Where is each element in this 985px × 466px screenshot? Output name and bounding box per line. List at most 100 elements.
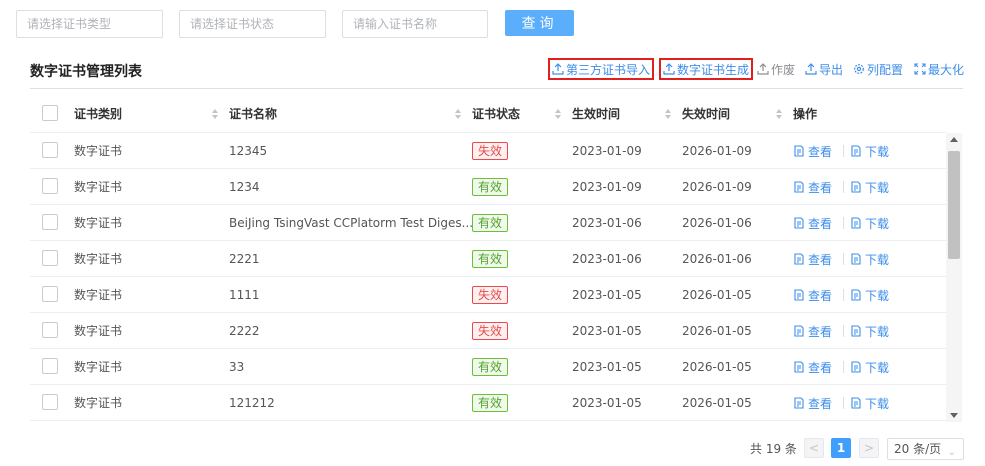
view-button[interactable]: 查看: [793, 205, 832, 241]
download-doc-icon: [851, 361, 861, 373]
action-separator: [843, 145, 844, 157]
download-label: 下载: [865, 396, 890, 411]
status-badge: 有效: [472, 394, 509, 412]
download-doc-icon: [851, 217, 861, 229]
download-button[interactable]: 下载: [850, 205, 889, 241]
view-label: 查看: [808, 180, 833, 195]
status-badge: 有效: [472, 250, 509, 268]
expand-icon: [914, 63, 926, 75]
row-checkbox[interactable]: [42, 142, 58, 158]
view-button[interactable]: 查看: [793, 277, 832, 313]
download-button[interactable]: 下载: [850, 313, 889, 349]
row-checkbox[interactable]: [42, 178, 58, 194]
view-button[interactable]: 查看: [793, 169, 832, 205]
header-ops: 操作: [793, 107, 818, 121]
export-label: 导出: [819, 62, 844, 77]
cell-name: 1111: [229, 288, 260, 302]
row-checkbox[interactable]: [42, 214, 58, 230]
download-button[interactable]: 下载: [850, 133, 889, 169]
row-checkbox[interactable]: [42, 394, 58, 410]
download-doc-icon: [851, 289, 861, 301]
view-button[interactable]: 查看: [793, 385, 832, 421]
view-button[interactable]: 查看: [793, 241, 832, 277]
view-button[interactable]: 查看: [793, 313, 832, 349]
download-button[interactable]: 下载: [850, 169, 889, 205]
export-button[interactable]: 导出: [805, 58, 843, 80]
action-separator: [843, 253, 844, 265]
download-button[interactable]: 下载: [850, 349, 889, 385]
row-checkbox[interactable]: [42, 250, 58, 266]
header-divider: [30, 88, 963, 89]
maximize-button[interactable]: 最大化: [914, 58, 964, 80]
view-label: 查看: [808, 288, 833, 303]
query-button[interactable]: 查询: [505, 10, 574, 36]
sort-icon[interactable]: [775, 108, 783, 120]
next-page-button[interactable]: >: [859, 438, 879, 458]
table-row: 数字证书 121212 有效 2023-01-05 2026-01-05 查看 下载: [30, 385, 946, 421]
generate-cert-button[interactable]: 数字证书生成: [659, 58, 754, 80]
cert-type-select[interactable]: [16, 10, 163, 38]
third-party-import-button[interactable]: 第三方证书导入: [548, 58, 655, 80]
table-row: 数字证书 1234 有效 2023-01-09 2026-01-09 查看 下载: [30, 169, 946, 205]
page-size-select[interactable]: 20 条/页 ⌄: [887, 438, 964, 460]
header-status: 证书状态: [472, 107, 521, 121]
revoke-button[interactable]: 作废: [757, 58, 795, 80]
action-separator: [843, 217, 844, 229]
download-button[interactable]: 下载: [850, 277, 889, 313]
cell-end-date: 2026-01-05: [682, 324, 752, 338]
cell-type: 数字证书: [74, 252, 123, 266]
row-checkbox[interactable]: [42, 286, 58, 302]
third-party-import-label: 第三方证书导入: [566, 62, 651, 77]
cell-type: 数字证书: [74, 180, 123, 194]
sort-icon[interactable]: [554, 108, 562, 120]
page-1-button[interactable]: 1: [831, 438, 851, 458]
download-doc-icon: [851, 397, 861, 409]
action-separator: [843, 289, 844, 301]
cert-name-input[interactable]: [342, 10, 488, 38]
download-button[interactable]: 下载: [850, 385, 889, 421]
action-separator: [843, 181, 844, 193]
cell-end-date: 2026-01-05: [682, 360, 752, 374]
cell-name: 33: [229, 360, 245, 374]
cell-start-date: 2023-01-06: [572, 216, 642, 230]
cell-start-date: 2023-01-06: [572, 252, 642, 266]
select-all-checkbox[interactable]: [42, 105, 58, 121]
view-button[interactable]: 查看: [793, 349, 832, 385]
sort-icon[interactable]: [664, 108, 672, 120]
header-name: 证书名称: [229, 107, 278, 121]
cell-type: 数字证书: [74, 144, 123, 158]
cell-type: 数字证书: [74, 396, 123, 410]
view-button[interactable]: 查看: [793, 133, 832, 169]
view-label: 查看: [808, 216, 833, 231]
status-badge: 有效: [472, 358, 509, 376]
cell-start-date: 2023-01-09: [572, 144, 642, 158]
cell-type: 数字证书: [74, 288, 123, 302]
row-checkbox[interactable]: [42, 322, 58, 338]
download-button[interactable]: 下载: [850, 241, 889, 277]
cell-end-date: 2026-01-05: [682, 396, 752, 410]
cell-end-date: 2026-01-05: [682, 288, 752, 302]
sort-icon[interactable]: [211, 108, 219, 120]
view-doc-icon: [794, 289, 804, 301]
table-scrollbar[interactable]: [946, 133, 962, 422]
row-checkbox[interactable]: [42, 358, 58, 374]
scroll-thumb[interactable]: [948, 151, 960, 259]
scroll-down-arrow-icon[interactable]: [950, 413, 958, 418]
table-header: 证书类别 证书名称 证书状态 生效时间 失效时间 操作: [30, 95, 946, 133]
cert-status-select[interactable]: [179, 10, 326, 38]
column-config-button[interactable]: 列配置: [853, 58, 903, 80]
scroll-up-arrow-icon[interactable]: [950, 137, 958, 142]
generate-cert-label: 数字证书生成: [677, 62, 750, 77]
sort-icon[interactable]: [454, 108, 462, 120]
action-separator: [843, 325, 844, 337]
table-row: 数字证书 33 有效 2023-01-05 2026-01-05 查看 下载: [30, 349, 946, 385]
cell-start-date: 2023-01-05: [572, 288, 642, 302]
table-row: 数字证书 2222 失效 2023-01-05 2026-01-05 查看 下载: [30, 313, 946, 349]
cell-end-date: 2026-01-06: [682, 252, 752, 266]
view-label: 查看: [808, 396, 833, 411]
page-size-value: 20 条/页: [894, 442, 942, 456]
cell-name: 2221: [229, 252, 260, 266]
action-separator: [843, 361, 844, 373]
view-doc-icon: [794, 361, 804, 373]
prev-page-button[interactable]: <: [804, 438, 824, 458]
